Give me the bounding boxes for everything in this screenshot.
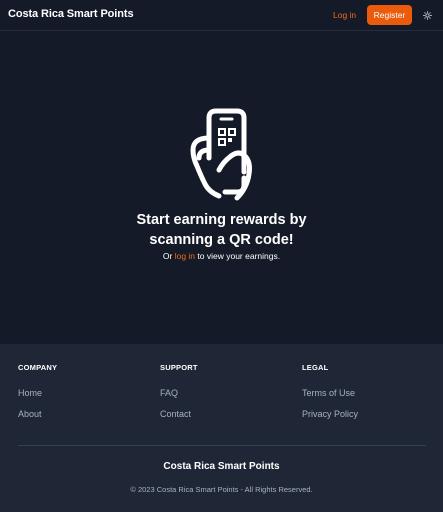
footer-link-faq[interactable]: FAQ [160, 388, 178, 398]
hero-sub-prefix: Or [162, 251, 175, 261]
footer-divider [18, 445, 426, 446]
hero-subtitle: Or log in to view your earnings. [60, 251, 383, 261]
login-link[interactable]: Log in [333, 10, 356, 20]
footer-link-contact[interactable]: Contact [160, 409, 191, 419]
sun-icon[interactable] [421, 9, 433, 21]
footer-copyright: © 2023 Costa Rica Smart Points - All Rig… [130, 485, 313, 494]
hero-title-line-1: Start earning rewards by [136, 212, 307, 228]
brand-title[interactable]: Costa Rica Smart Points [8, 8, 134, 20]
footer-brand: Costa Rica Smart Points [163, 461, 280, 472]
footer-link-privacy[interactable]: Privacy Policy [302, 409, 358, 419]
footer-support-title: SUPPORT [160, 363, 198, 372]
hero-login-link[interactable]: log in [175, 251, 195, 261]
register-button[interactable]: Register [367, 5, 412, 25]
footer-company-title: COMPANY [18, 363, 58, 372]
hero-sub-suffix: to view your earnings. [195, 251, 281, 261]
footer-link-home[interactable]: Home [18, 388, 42, 398]
hero-title: Start earning rewards by scanning a QR c… [60, 210, 383, 250]
footer-link-terms[interactable]: Terms of Use [302, 388, 355, 398]
footer-legal-title: LEGAL [302, 363, 329, 372]
hero-title-line-2: scanning a QR code! [149, 232, 294, 248]
site-footer: COMPANY Home About SUPPORT FAQ Contact L… [0, 344, 443, 512]
hand-holding-phone-qr-icon [185, 108, 257, 204]
footer-link-about[interactable]: About [18, 409, 42, 419]
top-navbar: Costa Rica Smart Points Log in Register [0, 0, 443, 31]
